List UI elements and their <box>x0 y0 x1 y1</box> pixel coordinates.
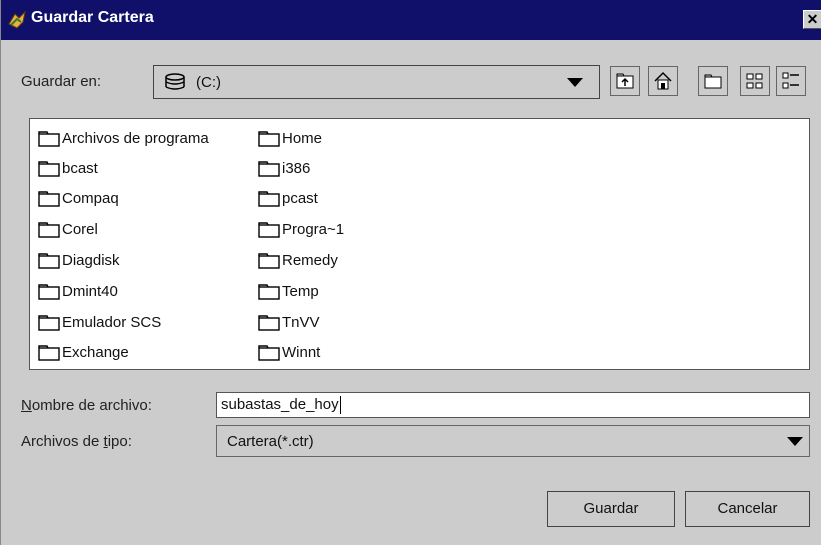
folder-name: pcast <box>282 190 318 207</box>
chevron-down-icon <box>567 78 583 87</box>
folder-name: Exchange <box>62 344 129 361</box>
filetype-label-prefix: Archivos de <box>21 433 104 450</box>
list-view-button[interactable] <box>740 66 770 96</box>
filename-label-mnemonic: N <box>21 397 32 414</box>
home-icon <box>654 71 672 90</box>
filetype-label-rest: ipo: <box>107 433 132 450</box>
chevron-down-icon <box>787 437 803 446</box>
new-folder-button[interactable] <box>698 66 728 96</box>
folder-icon <box>258 284 280 300</box>
filename-label-text: ombre de archivo: <box>31 397 152 414</box>
folder-icon <box>38 222 60 238</box>
details-view-button[interactable] <box>776 66 806 96</box>
folder-name: Compaq <box>62 190 119 207</box>
folder-icon <box>258 191 280 207</box>
folder-name: Diagdisk <box>62 252 120 269</box>
text-caret <box>340 396 341 414</box>
filename-value: subastas_de_hoy <box>221 396 339 413</box>
home-button[interactable] <box>648 66 678 96</box>
folder-name: Corel <box>62 221 98 238</box>
look-in-label: Guardar en: <box>21 73 102 90</box>
title-bar[interactable]: Guardar Cartera ✕ <box>1 0 821 40</box>
folder-icon <box>38 284 60 300</box>
close-button[interactable]: ✕ <box>803 10 821 29</box>
folder-name: Progra~1 <box>282 221 345 238</box>
file-list[interactable]: Archivos de programa bcast Compaq Corel … <box>29 118 810 370</box>
folder-name: Emulador SCS <box>62 314 162 331</box>
folder-name: i386 <box>282 160 311 177</box>
list-view-icon <box>746 73 763 89</box>
folder-name: Archivos de programa <box>62 130 209 147</box>
folder-icon <box>38 131 60 147</box>
details-view-icon <box>782 72 799 89</box>
cancel-button[interactable]: Cancelar <box>685 491 810 527</box>
folder-icon <box>258 253 280 269</box>
folder-name: Temp <box>282 283 319 300</box>
folder-name: bcast <box>62 160 98 177</box>
look-in-combo[interactable]: (C:) <box>153 65 600 99</box>
folder-icon <box>38 315 60 331</box>
folder-name: TnVV <box>282 314 320 331</box>
up-one-level-icon <box>616 73 634 89</box>
save-button[interactable]: Guardar <box>547 491 675 527</box>
folder-name: Winnt <box>282 344 321 361</box>
folder-icon <box>38 253 60 269</box>
filetype-label: Archivos de tipo: <box>21 433 132 450</box>
folder-icon <box>258 161 280 177</box>
filename-input[interactable]: subastas_de_hoy <box>216 392 810 418</box>
folder-icon <box>258 345 280 361</box>
new-folder-icon <box>704 74 722 89</box>
hard-drive-icon <box>165 73 185 90</box>
filetype-combo[interactable]: Cartera(*.ctr) <box>216 425 810 457</box>
look-in-value: (C:) <box>196 74 221 91</box>
folder-icon <box>38 161 60 177</box>
up-one-level-button[interactable] <box>610 66 640 96</box>
folder-icon <box>38 191 60 207</box>
filetype-value: Cartera(*.ctr) <box>227 433 314 450</box>
save-dialog: Guardar Cartera ✕ Guardar en: (C:) Archi… <box>0 0 821 545</box>
filename-label: Nombre de archivo: <box>21 397 152 414</box>
folder-icon <box>38 345 60 361</box>
app-logo-icon <box>8 10 26 29</box>
window-title: Guardar Cartera <box>31 9 154 26</box>
folder-icon <box>258 222 280 238</box>
folder-name: Home <box>282 130 323 147</box>
folder-name: Remedy <box>282 252 338 269</box>
folder-icon <box>258 131 280 147</box>
folder-name: Dmint40 <box>62 283 118 300</box>
folder-icon <box>258 315 280 331</box>
